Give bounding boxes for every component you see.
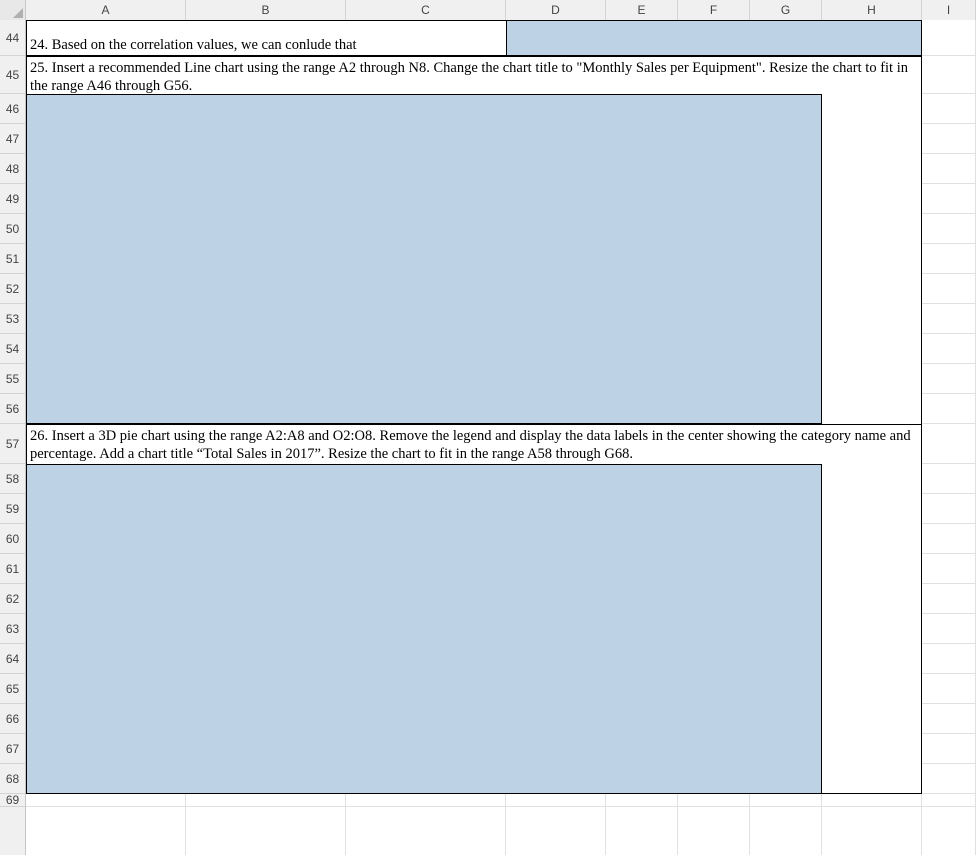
row-header-68[interactable]: 68 — [0, 764, 25, 794]
column-header-H[interactable]: H — [822, 0, 922, 20]
cell-q25-text[interactable]: 25. Insert a recommended Line chart usin… — [26, 56, 922, 94]
cell-q26-right-margin[interactable] — [822, 464, 922, 794]
row-header-69[interactable]: 69 — [0, 794, 25, 807]
row-header-58[interactable]: 58 — [0, 464, 25, 494]
column-header-B[interactable]: B — [186, 0, 346, 20]
column-header-row: ABCDEFGHI — [0, 0, 976, 20]
row-header-56[interactable]: 56 — [0, 394, 25, 424]
row-header-44[interactable]: 44 — [0, 20, 25, 56]
column-header-I[interactable]: I — [922, 0, 976, 20]
spreadsheet-viewport: ABCDEFGHI 444546474849505152535455565758… — [0, 0, 976, 855]
cell-piechart-placeholder[interactable] — [26, 464, 822, 794]
row-header-54[interactable]: 54 — [0, 334, 25, 364]
row-header-50[interactable]: 50 — [0, 214, 25, 244]
cell-grid[interactable]: 24. Based on the correlation values, we … — [26, 20, 976, 855]
select-all-triangle-icon — [13, 8, 23, 18]
cell-q26-text[interactable]: 26. Insert a 3D pie chart using the rang… — [26, 424, 922, 464]
row-header-49[interactable]: 49 — [0, 184, 25, 214]
row-header-53[interactable]: 53 — [0, 304, 25, 334]
row-header-48[interactable]: 48 — [0, 154, 25, 184]
row-header-66[interactable]: 66 — [0, 704, 25, 734]
row-header-67[interactable]: 67 — [0, 734, 25, 764]
column-header-G[interactable]: G — [750, 0, 822, 20]
row-header-45[interactable]: 45 — [0, 56, 25, 94]
column-header-E[interactable]: E — [606, 0, 678, 20]
cell-linechart-placeholder[interactable] — [26, 94, 822, 424]
row-header-64[interactable]: 64 — [0, 644, 25, 674]
row-header-61[interactable]: 61 — [0, 554, 25, 584]
row-header-57[interactable]: 57 — [0, 424, 25, 464]
column-header-D[interactable]: D — [506, 0, 606, 20]
row-header-52[interactable]: 52 — [0, 274, 25, 304]
column-header-C[interactable]: C — [346, 0, 506, 20]
cell-q24-answer[interactable] — [506, 20, 922, 56]
column-header-F[interactable]: F — [678, 0, 750, 20]
row-header-55[interactable]: 55 — [0, 364, 25, 394]
row-header-59[interactable]: 59 — [0, 494, 25, 524]
column-header-A[interactable]: A — [26, 0, 186, 20]
row-header-65[interactable]: 65 — [0, 674, 25, 704]
row-header-gutter: 4445464748495051525354555657585960616263… — [0, 20, 26, 855]
row-header-63[interactable]: 63 — [0, 614, 25, 644]
cell-q24-label[interactable]: 24. Based on the correlation values, we … — [26, 20, 506, 56]
row-header-46[interactable]: 46 — [0, 94, 25, 124]
row-header-62[interactable]: 62 — [0, 584, 25, 614]
cell-q25-right-margin[interactable] — [822, 94, 922, 424]
row-header-47[interactable]: 47 — [0, 124, 25, 154]
row-header-60[interactable]: 60 — [0, 524, 25, 554]
row-header-51[interactable]: 51 — [0, 244, 25, 274]
select-all-corner[interactable] — [0, 0, 26, 20]
